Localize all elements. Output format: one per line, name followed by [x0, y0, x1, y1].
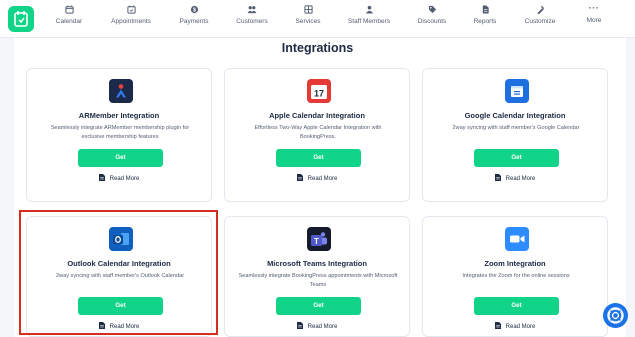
- apple-calendar-icon: 17: [307, 79, 331, 103]
- nav-item-more[interactable]: ··· More: [562, 3, 626, 25]
- card-description: Effortless Two-Way Apple Calendar Integr…: [254, 125, 382, 140]
- integration-card-armember: ARMember Integration Seamlessly integrat…: [26, 68, 212, 202]
- integration-card-zoom: Zoom Integration Integrates the Zoom for…: [422, 216, 608, 337]
- nav-label-customers: Customers: [236, 18, 268, 25]
- nav-item-services[interactable]: Services: [276, 5, 340, 25]
- help-button[interactable]: [603, 303, 628, 328]
- microsoft-teams-icon: T: [307, 227, 331, 251]
- customers-icon: [247, 6, 257, 14]
- get-button[interactable]: Get: [474, 149, 559, 167]
- read-more-link[interactable]: Read More: [225, 174, 409, 182]
- nav-label-payments: Payments: [179, 18, 209, 25]
- get-button[interactable]: Get: [276, 149, 361, 167]
- nav-item-calendar[interactable]: Calendar: [37, 5, 101, 25]
- read-more-label: Read More: [505, 324, 536, 330]
- svg-text:T: T: [314, 237, 319, 246]
- document-icon: [494, 174, 501, 181]
- nav-item-appointments[interactable]: Appointments: [99, 5, 163, 25]
- card-title: ARMember Integration: [78, 111, 160, 120]
- bookingpress-logo[interactable]: [8, 6, 34, 32]
- top-navigation-bar: Calendar Appointments $ Payments Custome…: [0, 0, 635, 38]
- card-title: Microsoft Teams Integration: [267, 259, 367, 268]
- appointments-icon: [126, 5, 136, 14]
- card-description: 2way syncing with staff member's Google …: [452, 125, 580, 131]
- more-icon: ···: [588, 3, 600, 13]
- document-icon: [296, 322, 303, 329]
- get-button[interactable]: Get: [474, 297, 559, 315]
- integration-card-microsoft-teams: T Microsoft Teams Integration Seamlessly…: [224, 216, 410, 337]
- nav-label-appointments: Appointments: [111, 18, 151, 25]
- read-more-link[interactable]: Read More: [423, 174, 607, 182]
- card-title: Apple Calendar Integration: [269, 111, 365, 120]
- nav-label-more: More: [586, 17, 602, 24]
- nav-label-staff-members: Staff Members: [347, 18, 391, 25]
- card-title: Google Calendar Integration: [464, 111, 566, 120]
- calendar-icon: [64, 5, 74, 14]
- google-calendar-icon: [505, 79, 529, 103]
- nav-label-calendar: Calendar: [55, 18, 83, 25]
- card-description: Seamlessly integrate ARMember membership…: [50, 125, 190, 140]
- read-more-label: Read More: [307, 324, 338, 330]
- integration-card-apple-calendar: 17 Apple Calendar Integration Effortless…: [224, 68, 410, 202]
- integration-card-google-calendar: Google Calendar Integration 2way syncing…: [422, 68, 608, 202]
- document-icon: [494, 322, 501, 329]
- nav-label-services: Services: [295, 18, 321, 25]
- nav-item-payments[interactable]: $ Payments: [162, 5, 226, 25]
- reports-icon: [482, 5, 489, 14]
- nav-item-staff-members[interactable]: Staff Members: [337, 5, 401, 25]
- document-icon: [296, 174, 303, 181]
- payments-icon: $: [190, 5, 198, 13]
- customize-icon: [536, 5, 544, 14]
- read-more-link[interactable]: Read More: [27, 174, 211, 182]
- highlight-box: [19, 210, 218, 335]
- read-more-link[interactable]: Read More: [423, 322, 607, 330]
- card-description: Integrates the Zoom for the online sessi…: [462, 273, 570, 279]
- apple-calendar-day: 17: [314, 89, 324, 99]
- read-more-label: Read More: [505, 176, 536, 182]
- document-icon: [98, 174, 105, 181]
- read-more-label: Read More: [307, 176, 338, 182]
- read-more-link[interactable]: Read More: [225, 322, 409, 330]
- nav-item-customers[interactable]: Customers: [220, 5, 284, 25]
- get-button[interactable]: Get: [276, 297, 361, 315]
- page-title: Integrations: [281, 41, 354, 55]
- read-more-label: Read More: [109, 176, 140, 182]
- lifebuoy-icon: [607, 307, 624, 324]
- card-description: Seamlessly integrate BookingPress appoin…: [238, 273, 398, 288]
- svg-text:$: $: [193, 7, 196, 13]
- staff-members-icon: [365, 5, 373, 14]
- card-title: Zoom Integration: [484, 259, 546, 268]
- zoom-icon: [505, 227, 529, 251]
- get-button[interactable]: Get: [78, 149, 163, 167]
- discounts-icon: [428, 5, 436, 14]
- armember-icon: [109, 79, 133, 103]
- services-icon: [303, 5, 313, 14]
- logo-icon: [14, 11, 28, 27]
